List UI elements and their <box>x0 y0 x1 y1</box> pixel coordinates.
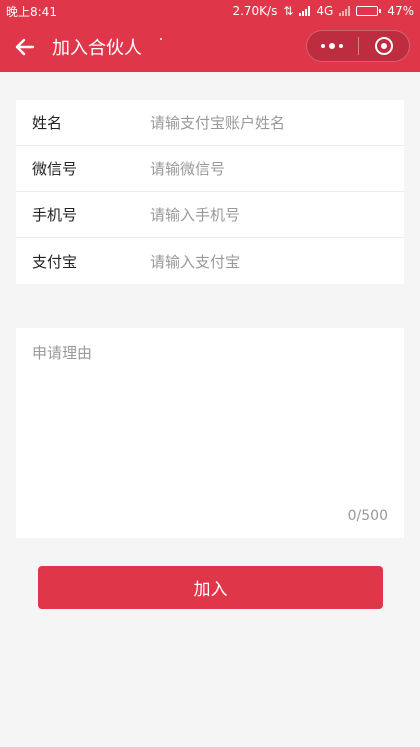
form-row-name[interactable]: 姓名 请输支付宝账户姓名 <box>16 100 404 146</box>
reason-char-counter: 0/500 <box>347 508 388 524</box>
page-title: 加入合伙人 <box>52 38 142 59</box>
title-bar: 加入合伙人 <box>0 22 420 72</box>
signal-icon-secondary <box>339 6 351 16</box>
mini-program-capsule <box>306 30 410 62</box>
close-program-button[interactable] <box>359 31 410 61</box>
wechat-input[interactable]: 请输微信号 <box>150 158 404 179</box>
form-row-alipay[interactable]: 支付宝 请输入支付宝 <box>16 238 404 284</box>
field-label-wechat: 微信号 <box>32 160 78 178</box>
signal-icon <box>299 6 311 16</box>
decorative-dot <box>160 38 162 40</box>
status-right: 2.70K/s ⇅ 4G 47% <box>232 4 414 18</box>
reason-textarea[interactable]: 申请理由 0/500 <box>16 328 404 538</box>
more-dots-icon <box>321 43 344 49</box>
phone-input[interactable]: 请输入手机号 <box>150 204 404 225</box>
field-label-alipay: 支付宝 <box>32 252 78 271</box>
target-circle-icon <box>374 37 393 55</box>
status-time: 晚上8:41 <box>6 4 57 19</box>
battery-percent: 47% <box>387 4 414 18</box>
field-label-name: 姓名 <box>32 114 63 132</box>
network-type: 4G <box>316 4 334 18</box>
more-button[interactable] <box>307 31 358 61</box>
network-speed: 2.70K/s <box>232 4 278 18</box>
back-button[interactable] <box>0 22 50 72</box>
partner-form: 姓名 请输支付宝账户姓名 微信号 请输微信号 手机号 请输入手机号 支付宝 请输… <box>16 100 404 284</box>
name-input[interactable]: 请输支付宝账户姓名 <box>150 112 404 133</box>
arrow-left-icon <box>15 38 35 56</box>
reason-placeholder: 申请理由 <box>32 344 93 362</box>
join-button[interactable]: 加入 <box>38 566 383 609</box>
alipay-input[interactable]: 请输入支付宝 <box>150 251 404 272</box>
status-bar: 晚上8:41 2.70K/s ⇅ 4G 47% <box>0 0 420 22</box>
data-arrows-icon: ⇅ <box>283 4 294 18</box>
form-row-phone[interactable]: 手机号 请输入手机号 <box>16 192 404 238</box>
form-row-wechat[interactable]: 微信号 请输微信号 <box>16 146 404 192</box>
battery-icon <box>356 6 382 16</box>
field-label-phone: 手机号 <box>32 206 78 224</box>
